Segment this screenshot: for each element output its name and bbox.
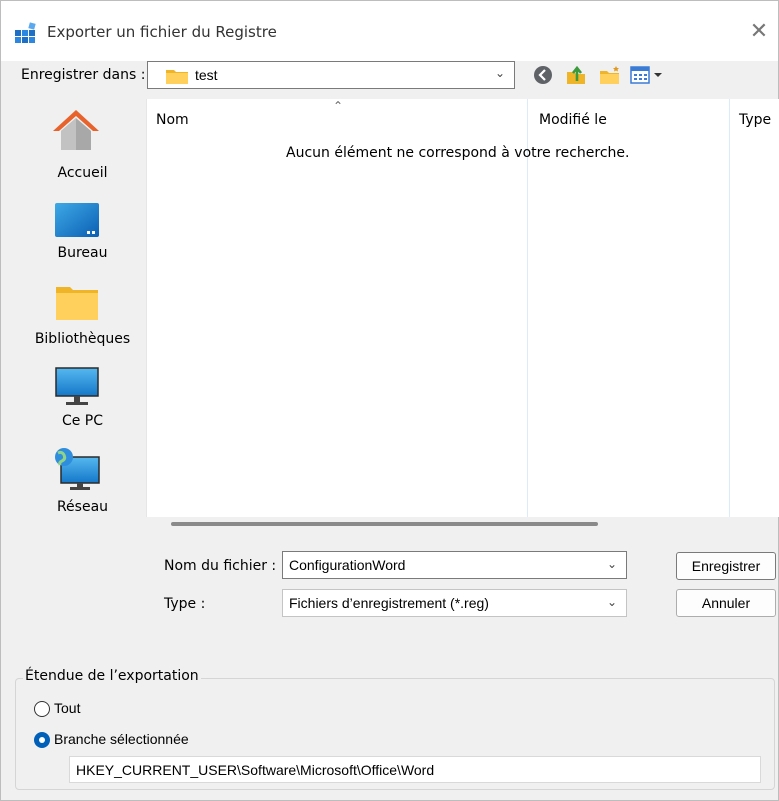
- branch-path-input[interactable]: HKEY_CURRENT_USER\Software\Microsoft\Off…: [69, 756, 761, 783]
- column-header-modified[interactable]: Modifié le: [539, 112, 607, 128]
- branch-path-value: HKEY_CURRENT_USER\Software\Microsoft\Off…: [76, 762, 435, 778]
- filetype-label: Type :: [164, 596, 206, 612]
- radio-all[interactable]: [34, 701, 50, 717]
- filename-input[interactable]: ConfigurationWord ⌄: [282, 551, 627, 579]
- libraries-icon: [56, 287, 98, 320]
- place-label: Bibliothèques: [34, 331, 131, 347]
- horizontal-scrollbar[interactable]: [171, 522, 598, 526]
- filename-value: ConfigurationWord: [289, 557, 406, 573]
- chevron-down-icon: ⌄: [494, 66, 505, 80]
- places-bar: Accueil Bureau Bibliothèques Ce PC Résea…: [19, 99, 146, 517]
- save-button[interactable]: Enregistrer: [676, 552, 776, 580]
- chevron-down-icon: ⌄: [606, 595, 617, 609]
- view-menu-icon[interactable]: [629, 63, 671, 87]
- place-label: Ce PC: [61, 413, 104, 429]
- place-libraries[interactable]: Bibliothèques: [19, 285, 146, 349]
- file-list[interactable]: ⌃ Nom Modifié le Type Aucun élément ne c…: [146, 99, 779, 517]
- desktop-icon: [55, 203, 99, 237]
- column-divider[interactable]: [527, 99, 528, 517]
- place-network[interactable]: Réseau: [19, 447, 146, 515]
- place-this-pc[interactable]: Ce PC: [19, 367, 146, 431]
- export-registry-dialog: Exporter un fichier du Registre ✕ Enregi…: [0, 0, 779, 801]
- column-header-name[interactable]: Nom: [156, 112, 189, 128]
- filename-label: Nom du fichier :: [164, 558, 277, 574]
- close-icon: ✕: [749, 19, 769, 44]
- network-icon: [55, 448, 100, 490]
- new-folder-icon[interactable]: [598, 63, 622, 87]
- empty-message: Aucun élément ne correspond à votre rech…: [286, 145, 630, 161]
- column-header-type[interactable]: Type: [739, 112, 771, 128]
- radio-selected-branch[interactable]: [34, 732, 50, 748]
- sort-ascending-icon: ⌃: [333, 99, 344, 113]
- place-label: Bureau: [57, 245, 108, 261]
- home-icon: [53, 110, 99, 150]
- place-label: Réseau: [56, 499, 109, 515]
- place-home[interactable]: Accueil: [19, 107, 146, 187]
- up-folder-icon[interactable]: [564, 63, 588, 87]
- filetype-dropdown[interactable]: Fichiers d’enregistrement (*.reg) ⌄: [282, 589, 627, 617]
- window-title: Exporter un fichier du Registre: [47, 23, 277, 41]
- save-in-label: Enregistrer dans :: [21, 67, 146, 83]
- place-label: Accueil: [57, 165, 108, 181]
- column-divider[interactable]: [729, 99, 730, 517]
- close-button[interactable]: ✕: [741, 15, 777, 49]
- cancel-button[interactable]: Annuler: [676, 589, 776, 617]
- filetype-value: Fichiers d’enregistrement (*.reg): [289, 595, 489, 611]
- title-bar: Exporter un fichier du Registre ✕: [1, 1, 778, 61]
- chevron-down-icon[interactable]: ⌄: [607, 557, 617, 571]
- registry-editor-icon: [15, 22, 36, 43]
- save-in-dropdown[interactable]: test ⌄: [147, 61, 515, 89]
- folder-icon: [166, 70, 188, 84]
- radio-all-label[interactable]: Tout: [54, 700, 80, 716]
- back-icon[interactable]: [531, 63, 555, 87]
- computer-icon: [55, 367, 99, 405]
- export-range-title: Étendue de l’exportation: [23, 668, 201, 684]
- place-desktop[interactable]: Bureau: [19, 199, 146, 263]
- save-in-value: test: [195, 67, 218, 83]
- radio-selected-branch-label[interactable]: Branche sélectionnée: [54, 731, 189, 747]
